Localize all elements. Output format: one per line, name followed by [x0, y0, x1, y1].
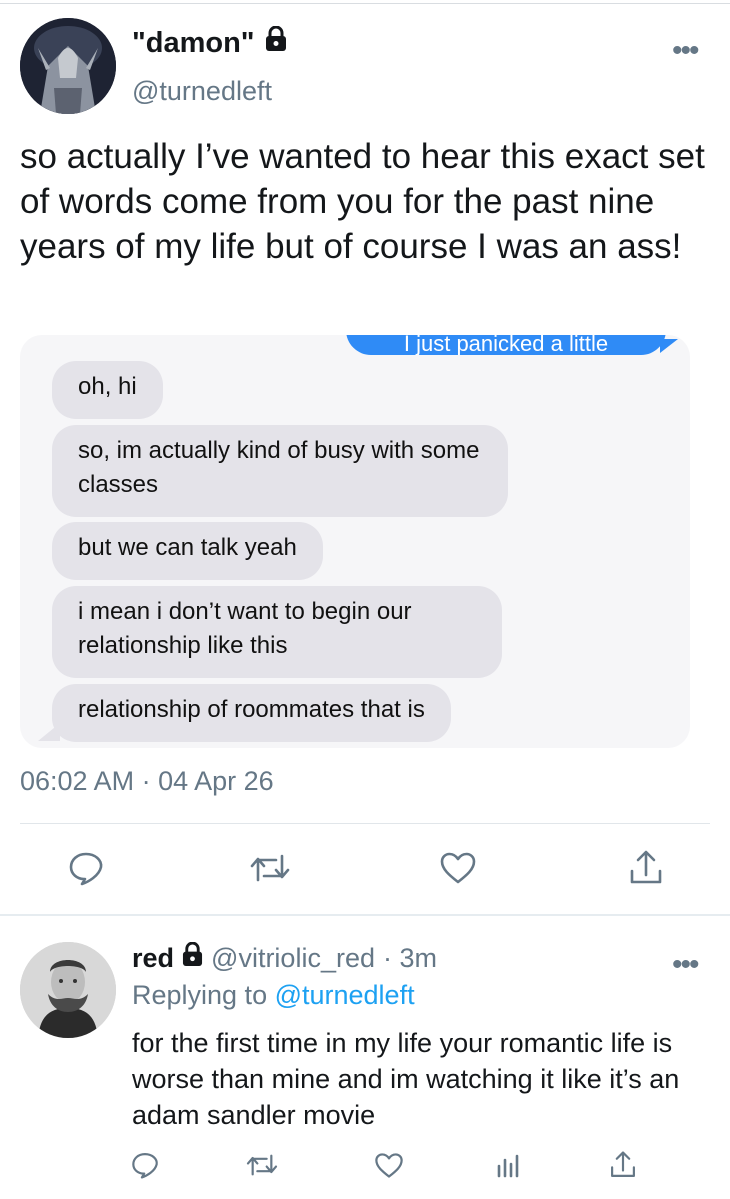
tweet-image[interactable]: I just panicked a little oh, hi so, im a… — [20, 335, 690, 748]
received-bubble-tail — [38, 723, 60, 741]
more-options-icon[interactable]: ••• — [672, 36, 699, 66]
replying-to: Replying to @turnedleft — [132, 980, 415, 1011]
retweet-icon[interactable] — [244, 1148, 280, 1182]
tweet-text: so actually I’ve wanted to hear this exa… — [20, 137, 705, 266]
share-icon[interactable] — [626, 848, 666, 888]
received-message-bubble: but we can talk yeah — [52, 522, 323, 580]
received-message-bubble: relationship of roommates that is — [52, 684, 451, 742]
avatar[interactable] — [20, 942, 116, 1038]
top-divider — [0, 3, 730, 4]
sent-bubble-tail — [660, 339, 678, 353]
like-icon[interactable] — [372, 1148, 406, 1182]
divider — [20, 823, 710, 824]
more-options-icon[interactable]: ••• — [672, 950, 699, 980]
reply-author-name[interactable]: red — [132, 943, 174, 974]
reply-icon[interactable] — [66, 848, 106, 888]
sent-message-text: I just panicked a little — [403, 335, 609, 355]
received-message-bubble: oh, hi — [52, 361, 163, 419]
received-message-bubble: so, im actually kind of busy with some c… — [52, 425, 508, 517]
share-icon[interactable] — [606, 1148, 640, 1182]
section-divider — [0, 914, 730, 916]
analytics-icon[interactable] — [492, 1148, 526, 1182]
received-message-bubble: i mean i don’t want to begin our relatio… — [52, 586, 502, 678]
reply-time[interactable]: · 3m — [383, 943, 437, 974]
author-name[interactable]: "damon" — [132, 27, 255, 60]
replying-to-label: Replying to — [132, 980, 275, 1010]
reply-header: red @vitriolic_red · 3m — [132, 941, 437, 974]
tweet-timestamp[interactable]: 06:02 AM · 04 Apr 26 — [20, 766, 274, 797]
reply-icon[interactable] — [128, 1148, 162, 1182]
like-icon[interactable] — [438, 848, 478, 888]
retweet-icon[interactable] — [250, 848, 290, 888]
reply-actions — [0, 1148, 730, 1188]
lock-icon — [182, 941, 203, 974]
reply-author-handle[interactable]: @vitriolic_red — [211, 943, 375, 974]
replying-to-link[interactable]: @turnedleft — [275, 980, 415, 1010]
avatar[interactable] — [20, 18, 116, 114]
tweet-actions — [0, 848, 730, 892]
reply-text: for the first time in my life your roman… — [132, 1028, 680, 1130]
author-handle[interactable]: @turnedleft — [132, 76, 272, 107]
sent-message-bubble: I just panicked a little — [346, 335, 666, 355]
lock-icon — [265, 25, 287, 60]
author-name-row[interactable]: "damon" — [132, 25, 287, 60]
